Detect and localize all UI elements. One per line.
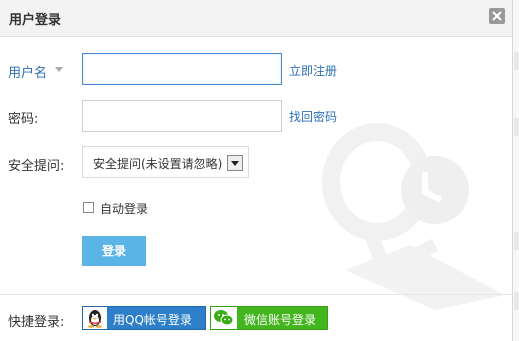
- security-question-value: 安全提问(未设置请忽略): [93, 157, 223, 171]
- security-question-select[interactable]: 安全提问(未设置请忽略): [82, 146, 249, 178]
- close-icon[interactable]: [489, 8, 505, 24]
- qq-login-label: 用QQ帐号登录: [113, 313, 192, 327]
- username-label: 用户名: [8, 66, 48, 81]
- divider: [0, 294, 512, 295]
- register-link[interactable]: 立即注册: [289, 62, 337, 79]
- quick-login-label: 快捷登录:: [8, 315, 65, 330]
- username-input[interactable]: [82, 53, 282, 85]
- qq-penguin-icon: [83, 307, 107, 329]
- qq-watermark-icon: [322, 123, 505, 310]
- login-button[interactable]: 登录: [82, 236, 146, 266]
- login-dialog: 用户登录 用户名 立即注册 密码: 找回密码 安全提问: 安全提问(未设置请忽略…: [0, 0, 513, 341]
- password-input[interactable]: [82, 100, 282, 132]
- password-label: 密码:: [8, 112, 39, 127]
- wechat-login-button[interactable]: 微信账号登录: [210, 306, 328, 330]
- forgot-password-link[interactable]: 找回密码: [289, 108, 337, 125]
- dialog-titlebar: 用户登录: [0, 0, 512, 37]
- dialog-title: 用户登录: [9, 13, 62, 28]
- caret-down-icon[interactable]: [55, 67, 63, 72]
- page-scroll-edge: [513, 0, 519, 341]
- security-question-label: 安全提问:: [8, 159, 65, 174]
- wechat-icon: [211, 307, 237, 329]
- auto-login-label[interactable]: 自动登录: [100, 200, 148, 217]
- wechat-login-label: 微信账号登录: [244, 313, 317, 327]
- chevron-down-icon[interactable]: [227, 155, 243, 171]
- auto-login-checkbox[interactable]: [83, 202, 94, 213]
- qq-login-button[interactable]: 用QQ帐号登录: [82, 306, 206, 330]
